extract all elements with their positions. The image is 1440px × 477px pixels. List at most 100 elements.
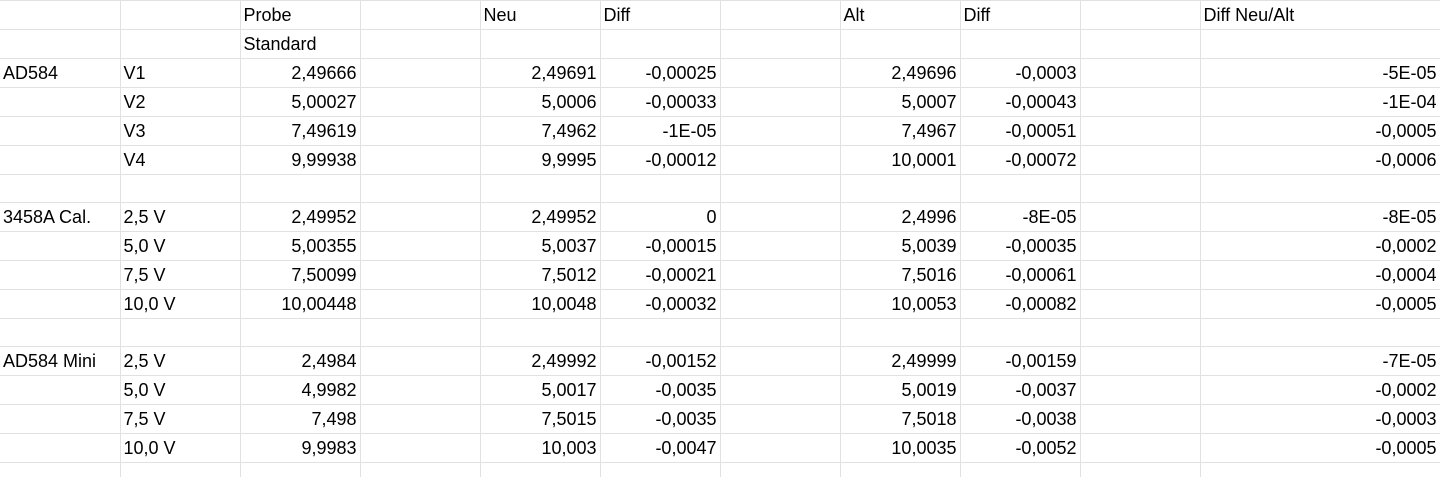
sheet-cell[interactable]: -0,00032	[600, 289, 721, 319]
sheet-cell[interactable]	[0, 231, 121, 261]
sheet-cell[interactable]	[1080, 404, 1201, 434]
sheet-cell[interactable]: -0,00015	[600, 231, 721, 261]
sheet-cell[interactable]	[120, 29, 241, 59]
sheet-cell[interactable]	[0, 289, 121, 319]
sheet-cell[interactable]: -0,00021	[600, 260, 721, 290]
sheet-cell[interactable]	[1080, 87, 1201, 117]
sheet-cell[interactable]	[1080, 318, 1201, 347]
sheet-cell[interactable]	[1080, 116, 1201, 146]
sheet-cell[interactable]: -1E-04	[1200, 87, 1440, 117]
sheet-cell[interactable]: -7E-05	[1200, 346, 1440, 376]
sheet-cell[interactable]	[120, 462, 241, 477]
sheet-cell[interactable]: -0,0006	[1200, 145, 1440, 175]
sheet-cell[interactable]	[1080, 202, 1201, 232]
sheet-cell[interactable]: 2,49666	[240, 58, 361, 88]
sheet-cell[interactable]: 10,00448	[240, 289, 361, 319]
sheet-cell[interactable]: 10,0048	[480, 289, 601, 319]
sheet-cell[interactable]	[480, 318, 601, 347]
sheet-cell[interactable]	[1200, 174, 1440, 203]
sheet-cell[interactable]	[1080, 29, 1201, 59]
sheet-cell[interactable]: -0,0037	[960, 375, 1081, 405]
sheet-cell[interactable]	[1080, 174, 1201, 203]
sheet-cell[interactable]: 2,49691	[480, 58, 601, 88]
sheet-cell[interactable]: -0,00061	[960, 260, 1081, 290]
sheet-cell[interactable]	[480, 29, 601, 59]
sheet-cell[interactable]: Diff Neu/Alt	[1200, 0, 1440, 30]
sheet-cell[interactable]: -8E-05	[1200, 202, 1440, 232]
sheet-cell[interactable]	[360, 87, 481, 117]
sheet-cell[interactable]	[600, 462, 721, 477]
sheet-cell[interactable]: -8E-05	[960, 202, 1081, 232]
sheet-cell[interactable]	[1080, 462, 1201, 477]
sheet-cell[interactable]	[960, 462, 1081, 477]
sheet-cell[interactable]: -0,00082	[960, 289, 1081, 319]
sheet-cell[interactable]	[480, 462, 601, 477]
sheet-cell[interactable]	[840, 462, 961, 477]
sheet-cell[interactable]: -0,0004	[1200, 260, 1440, 290]
sheet-cell[interactable]: 5,0 V	[120, 375, 241, 405]
sheet-cell[interactable]: 2,5 V	[120, 202, 241, 232]
sheet-cell[interactable]: -5E-05	[1200, 58, 1440, 88]
sheet-cell[interactable]	[1080, 0, 1201, 30]
sheet-cell[interactable]: -0,0005	[1200, 433, 1440, 463]
sheet-cell[interactable]: 10,003	[480, 433, 601, 463]
sheet-cell[interactable]	[720, 29, 841, 59]
sheet-cell[interactable]: 7,498	[240, 404, 361, 434]
sheet-cell[interactable]: 5,0007	[840, 87, 961, 117]
sheet-cell[interactable]	[720, 375, 841, 405]
sheet-cell[interactable]	[360, 375, 481, 405]
sheet-cell[interactable]	[840, 174, 961, 203]
sheet-cell[interactable]: 10,0 V	[120, 433, 241, 463]
sheet-cell[interactable]: -0,0047	[600, 433, 721, 463]
sheet-cell[interactable]	[0, 0, 121, 30]
sheet-cell[interactable]	[720, 174, 841, 203]
sheet-cell[interactable]	[360, 58, 481, 88]
sheet-cell[interactable]	[840, 29, 961, 59]
sheet-cell[interactable]: 10,0001	[840, 145, 961, 175]
sheet-cell[interactable]: 2,49952	[240, 202, 361, 232]
sheet-cell[interactable]: -0,0002	[1200, 231, 1440, 261]
sheet-cell[interactable]	[240, 318, 361, 347]
sheet-cell[interactable]	[720, 145, 841, 175]
sheet-cell[interactable]: Alt	[840, 0, 961, 30]
sheet-cell[interactable]	[1080, 58, 1201, 88]
sheet-cell[interactable]	[120, 318, 241, 347]
sheet-cell[interactable]: 10,0 V	[120, 289, 241, 319]
sheet-cell[interactable]	[0, 404, 121, 434]
sheet-cell[interactable]	[360, 145, 481, 175]
sheet-cell[interactable]: -0,0035	[600, 375, 721, 405]
sheet-cell[interactable]: -0,0035	[600, 404, 721, 434]
sheet-cell[interactable]: 4,9982	[240, 375, 361, 405]
sheet-cell[interactable]	[0, 375, 121, 405]
sheet-cell[interactable]: -0,00159	[960, 346, 1081, 376]
sheet-cell[interactable]	[360, 433, 481, 463]
sheet-cell[interactable]: -0,00033	[600, 87, 721, 117]
sheet-cell[interactable]: 2,49999	[840, 346, 961, 376]
sheet-cell[interactable]: AD584	[0, 58, 121, 88]
sheet-cell[interactable]	[0, 87, 121, 117]
sheet-cell[interactable]	[360, 462, 481, 477]
sheet-cell[interactable]: 9,9995	[480, 145, 601, 175]
sheet-cell[interactable]	[600, 174, 721, 203]
sheet-cell[interactable]	[480, 174, 601, 203]
sheet-cell[interactable]	[360, 260, 481, 290]
sheet-cell[interactable]: 5,00027	[240, 87, 361, 117]
sheet-cell[interactable]	[240, 462, 361, 477]
sheet-cell[interactable]	[960, 29, 1081, 59]
sheet-cell[interactable]	[360, 202, 481, 232]
sheet-cell[interactable]	[120, 174, 241, 203]
sheet-cell[interactable]: 7,5 V	[120, 404, 241, 434]
sheet-cell[interactable]	[1080, 260, 1201, 290]
sheet-cell[interactable]: 7,5015	[480, 404, 601, 434]
sheet-cell[interactable]	[360, 29, 481, 59]
sheet-cell[interactable]: -0,00025	[600, 58, 721, 88]
sheet-cell[interactable]: 2,4984	[240, 346, 361, 376]
sheet-cell[interactable]	[0, 318, 121, 347]
sheet-cell[interactable]: -0,00012	[600, 145, 721, 175]
sheet-cell[interactable]	[720, 87, 841, 117]
sheet-cell[interactable]: 7,5018	[840, 404, 961, 434]
sheet-cell[interactable]	[720, 289, 841, 319]
sheet-cell[interactable]: Standard	[240, 29, 361, 59]
sheet-cell[interactable]	[720, 231, 841, 261]
sheet-cell[interactable]: V3	[120, 116, 241, 146]
